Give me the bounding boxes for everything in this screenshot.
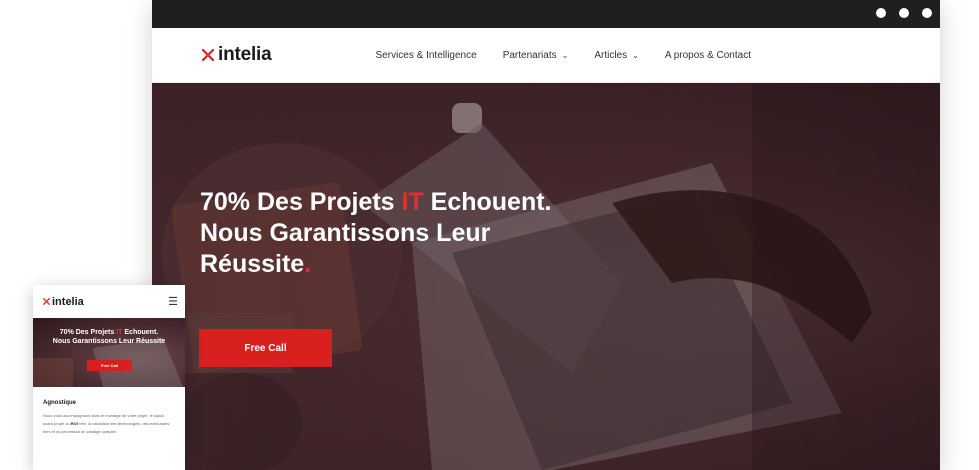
headline-text: Nous Garantissons Leur Réussite [52, 338, 166, 345]
main-nav: Services & Intelligence Partenariats ⌄ A… [376, 50, 777, 61]
headline-text: Echouent. [122, 329, 159, 336]
window-dot-1[interactable] [876, 8, 886, 18]
mobile-mockup: intelia ☰ 70% Des Projets IT Echouent. N… [33, 285, 185, 470]
mobile-content: Agnostique Nous vous accompagnons dans l… [33, 387, 185, 436]
free-call-button[interactable]: Free Call [199, 329, 332, 367]
logo-mark-icon [201, 48, 215, 62]
logo-text: intelia [52, 295, 84, 308]
window-dot-2[interactable] [899, 8, 909, 18]
hero-headline: 70% Des Projets IT Echouent. Nous Garant… [200, 187, 620, 280]
site-logo[interactable]: intelia [200, 44, 272, 66]
nav-partenariats[interactable]: Partenariats ⌄ [503, 50, 569, 61]
section-title: Agnostique [43, 400, 76, 406]
hero-section: 70% Des Projets IT Echouent. Nous Garant… [152, 83, 940, 470]
headline-text: Nous Garantissons Leur [200, 219, 491, 247]
chevron-down-icon: ⌄ [561, 50, 569, 60]
headline-text: 70% Des Projets [200, 188, 402, 216]
chevron-down-icon: ⌄ [632, 50, 639, 60]
site-header: intelia Services & Intelligence Partenar… [152, 28, 940, 83]
nav-articles[interactable]: Articles ⌄ [594, 50, 639, 61]
hamburger-icon[interactable]: ☰ [168, 295, 178, 308]
nav-label: Partenariats [502, 49, 557, 61]
window-title-bar [152, 0, 940, 28]
headline-text: 70% Des Projets [59, 329, 117, 336]
mobile-logo[interactable]: intelia [42, 296, 84, 308]
headline-highlight: IT [401, 188, 424, 216]
headline-accent-dot: . [304, 250, 312, 278]
nav-label: A propos & Contact [664, 49, 751, 61]
headline-text: Echouent. [423, 188, 552, 216]
logo-mark-icon [43, 298, 50, 305]
nav-contact[interactable]: A propos & Contact [665, 50, 751, 61]
logo-text: intelia [218, 44, 272, 65]
window-controls [876, 8, 932, 18]
mobile-free-call-button[interactable]: Free Call [87, 360, 132, 371]
mobile-header: intelia ☰ [33, 285, 185, 318]
nav-label: Articles [594, 49, 628, 61]
section-text: Nous vous accompagnons dans le montage d… [43, 412, 175, 436]
mobile-hero-headline: 70% Des Projets IT Echouent. Nous Garant… [41, 328, 177, 346]
section-text-bold: ROI [70, 421, 78, 426]
mobile-hero: 70% Des Projets IT Echouent. Nous Garant… [33, 318, 185, 387]
window-dot-3[interactable] [922, 8, 932, 18]
desktop-mockup: intelia Services & Intelligence Partenar… [152, 0, 940, 470]
nav-services[interactable]: Services & Intelligence [376, 50, 477, 61]
nav-label: Services & Intelligence [375, 49, 477, 61]
headline-text: Réussite [200, 250, 305, 278]
